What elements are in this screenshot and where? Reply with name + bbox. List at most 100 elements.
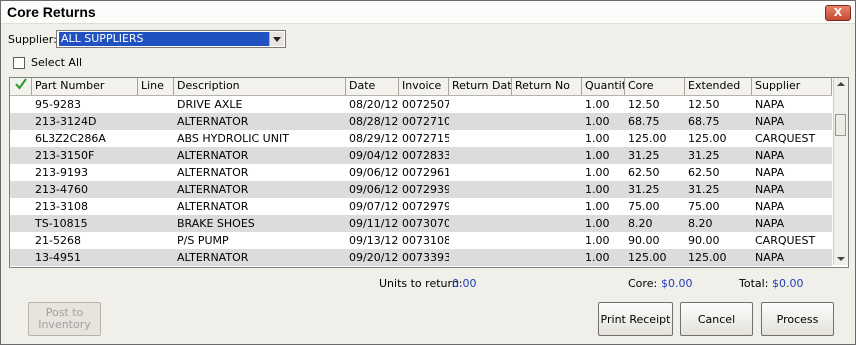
cell-invoice: 0073108 (402, 234, 449, 247)
cell-return-date (449, 181, 512, 198)
scroll-thumb[interactable] (835, 114, 846, 136)
header-extended[interactable]: Extended (685, 78, 752, 95)
cell-invoice: 0073070 (402, 217, 449, 230)
cell-core: 62.50 (628, 166, 660, 179)
table-row[interactable]: 6L3Z2C286A ABS HYDROLIC UNIT 08/29/12 00727… (10, 130, 832, 147)
cell-quantity: 1.00 (585, 132, 610, 145)
cell-extended: 62.50 (688, 166, 720, 179)
cell-return-no (512, 181, 582, 198)
supplier-dropdown[interactable]: ALL SUPPLIERS (56, 30, 286, 48)
cell-extended: 68.75 (688, 115, 720, 128)
checkbox-box[interactable] (13, 56, 25, 69)
cell-extended: 90.00 (688, 234, 720, 247)
cell-supplier: NAPA (755, 98, 785, 111)
table-row[interactable]: 95-9283 DRIVE AXLE 08/20/12 0072507 1.00 12.5… (10, 96, 832, 113)
table-row[interactable]: 213-3108 ALTERNATOR 09/07/12 0072979 1.00 75.… (10, 198, 832, 215)
cell-return-no (512, 215, 582, 232)
cell-core: 68.75 (628, 115, 660, 128)
cell-return-date (449, 198, 512, 215)
cell-core: 125.00 (628, 251, 667, 264)
cell-quantity: 1.00 (585, 149, 610, 162)
cell-line (138, 215, 174, 232)
cell-return-date (449, 249, 512, 266)
header-invoice[interactable]: Invoice (399, 78, 449, 95)
cell-invoice: 0072710 (402, 115, 449, 128)
chevron-down-icon[interactable] (269, 32, 284, 46)
cell-return-date (449, 164, 512, 181)
cell-quantity: 1.00 (585, 98, 610, 111)
cell-line (138, 147, 174, 164)
cell-part-number: 213-3124D (35, 115, 97, 128)
cell-line (138, 232, 174, 249)
cell-date: 08/20/12 (349, 98, 399, 111)
cell-part-number: 21-5268 (35, 234, 81, 247)
cell-line (138, 198, 174, 215)
cell-date: 09/07/12 (349, 200, 399, 213)
cell-date: 09/06/12 (349, 183, 399, 196)
cell-date: 08/28/12 (349, 115, 399, 128)
cell-invoice: 0072833 (402, 149, 449, 162)
cell-supplier: NAPA (755, 149, 785, 162)
core-returns-window: Core Returns X Supplier: ALL SUPPLIERS S… (0, 0, 856, 345)
print-receipt-button[interactable]: Print Receipt (598, 302, 673, 336)
post-to-inventory-button[interactable]: Post to Inventory (28, 302, 101, 336)
cell-description: ALTERNATOR (177, 166, 249, 179)
table-row[interactable]: 213-9193 ALTERNATOR 09/06/12 0072961 1.00 62.… (10, 164, 832, 181)
table-row[interactable]: 213-4760 ALTERNATOR 09/06/12 0072939 1.00 31.… (10, 181, 832, 198)
cell-quantity: 1.00 (585, 217, 610, 230)
cell-return-no (512, 113, 582, 130)
process-label: Process (776, 312, 819, 326)
header-check-column[interactable] (10, 78, 32, 95)
cell-part-number: 213-3150F (35, 149, 95, 162)
cell-extended: 125.00 (688, 132, 727, 145)
cell-description: ALTERNATOR (177, 115, 249, 128)
table-row[interactable]: 21-5268 P/S PUMP 09/13/12 0073108 1.00 90.00 9… (10, 232, 832, 249)
cell-part-number: 95-9283 (35, 98, 81, 111)
table-row[interactable]: TS-10815 BRAKE SHOES 09/11/12 0073070 1.00 8.… (10, 215, 832, 232)
cell-description: ALTERNATOR (177, 183, 249, 196)
core-returns-grid: Part Number Line Description Date Invoic… (9, 77, 849, 268)
cell-supplier: NAPA (755, 217, 785, 230)
cancel-button[interactable]: Cancel (680, 302, 753, 336)
cell-description: BRAKE SHOES (177, 217, 255, 230)
cell-invoice: 0072979 (402, 200, 449, 213)
cell-supplier: NAPA (755, 166, 785, 179)
cell-return-date (449, 147, 512, 164)
cell-core: 90.00 (628, 234, 660, 247)
table-row[interactable]: 13-4951 ALTERNATOR 09/20/12 0073393 1.00 125.… (10, 249, 832, 266)
cell-description: P/S PUMP (177, 234, 229, 247)
select-all-label: Select All (31, 56, 83, 69)
header-date[interactable]: Date (346, 78, 399, 95)
cell-description: ALTERNATOR (177, 149, 249, 162)
vertical-scrollbar[interactable] (833, 78, 848, 265)
cell-core: 75.00 (628, 200, 660, 213)
scroll-up-icon[interactable] (837, 82, 845, 86)
cell-line (138, 130, 174, 147)
table-row[interactable]: 213-3124D ALTERNATOR 08/28/12 0072710 1.00 68… (10, 113, 832, 130)
header-core[interactable]: Core (625, 78, 685, 95)
cell-return-no (512, 164, 582, 181)
process-button[interactable]: Process (761, 302, 834, 336)
scroll-down-icon[interactable] (837, 257, 845, 261)
cell-supplier: CARQUEST (755, 132, 816, 145)
header-line[interactable]: Line (138, 78, 174, 95)
cell-quantity: 1.00 (585, 183, 610, 196)
select-all-checkbox[interactable]: Select All (13, 56, 82, 69)
cell-supplier: NAPA (755, 200, 785, 213)
header-part-number[interactable]: Part Number (32, 78, 138, 95)
header-return-no[interactable]: Return No (512, 78, 582, 95)
header-description[interactable]: Description (174, 78, 346, 95)
cell-core: 31.25 (628, 149, 660, 162)
cell-extended: 31.25 (688, 183, 720, 196)
header-supplier[interactable]: Supplier (752, 78, 832, 95)
header-return-date[interactable]: Return Date (449, 78, 512, 95)
cell-invoice: 0072939 (402, 183, 449, 196)
window-title: Core Returns (7, 4, 96, 20)
cell-invoice: 0072715 (402, 132, 449, 145)
header-quantity[interactable]: Quantity (582, 78, 625, 95)
cell-description: ALTERNATOR (177, 251, 249, 264)
cell-supplier: NAPA (755, 251, 785, 264)
close-button[interactable]: X (825, 5, 851, 21)
print-receipt-label: Print Receipt (600, 312, 671, 326)
table-row[interactable]: 213-3150F ALTERNATOR 09/04/12 0072833 1.00 31… (10, 147, 832, 164)
